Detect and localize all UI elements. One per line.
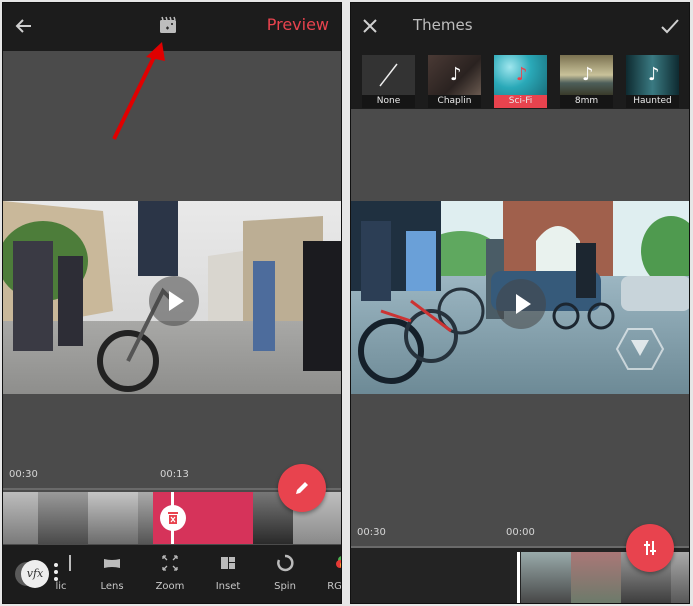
play-button[interactable] xyxy=(149,276,199,326)
tool-lens[interactable]: Lens xyxy=(87,551,137,597)
theme-sci-fi[interactable]: ♪ Sci-Fi xyxy=(494,55,547,108)
music-note-icon: ♪ xyxy=(648,64,660,85)
theme-chaplin[interactable]: ♪ Chaplin xyxy=(428,55,481,108)
play-button[interactable] xyxy=(496,279,546,329)
timeline-frame xyxy=(521,552,571,603)
theme-label: Haunted xyxy=(626,95,679,108)
trash-icon xyxy=(168,512,178,524)
timeline-current-time: 00:00 xyxy=(506,527,535,538)
arrow-left-icon[interactable] xyxy=(13,15,35,37)
editor-topbar: Preview xyxy=(3,3,341,51)
lens-icon xyxy=(104,559,120,568)
theme-label: Chaplin xyxy=(428,95,481,108)
tool-label: RGB xyxy=(327,581,342,592)
tool-zoom[interactable]: Zoom xyxy=(145,551,195,597)
music-note-icon: ♪ xyxy=(516,64,528,85)
tool-inset[interactable]: Inset xyxy=(203,551,253,597)
check-icon[interactable] xyxy=(659,15,681,37)
inset-icon xyxy=(221,557,235,569)
timeline-frame xyxy=(88,492,138,544)
none-slash-icon xyxy=(379,63,398,87)
timeline-frame xyxy=(671,552,689,603)
spin-icon xyxy=(277,554,294,572)
tool-partial[interactable]: lic xyxy=(41,551,81,597)
tool-label: Inset xyxy=(215,581,241,592)
effects-toolbar: vfx lic Lens Zoom Inset Spin RG xyxy=(3,545,341,603)
tool-label: Lens xyxy=(100,581,124,592)
theme-label: None xyxy=(362,95,415,108)
delete-effect-button[interactable] xyxy=(160,505,186,531)
preview-button[interactable]: Preview xyxy=(267,15,329,34)
music-note-icon: ♪ xyxy=(450,64,462,85)
theme-picker: None ♪ Chaplin ♪ Sci-Fi ♪ 8mm ♪ Haunted xyxy=(351,51,689,109)
theme-label: 8mm xyxy=(560,95,613,108)
edit-fab-button[interactable] xyxy=(278,464,326,512)
clapperboard-sparkle-icon[interactable] xyxy=(159,16,177,34)
themes-topbar: Themes xyxy=(351,3,689,51)
playhead[interactable] xyxy=(517,552,520,603)
timeline-frame xyxy=(38,492,88,544)
timeline-frame xyxy=(3,492,38,544)
zoom-expand-icon xyxy=(162,555,178,571)
rgb-icon xyxy=(336,556,341,568)
tool-label: Zoom xyxy=(155,581,185,592)
pencil-icon xyxy=(296,482,308,494)
video-preview[interactable] xyxy=(3,201,341,394)
timeline-frame xyxy=(138,492,153,544)
themes-screen: Themes None ♪ Chaplin ♪ Sci-Fi ♪ 8mm ♪ H… xyxy=(350,2,690,604)
timeline-start-time: 00:30 xyxy=(9,469,38,480)
tool-spin[interactable]: Spin xyxy=(260,551,310,597)
tool-rgb[interactable]: RGB xyxy=(313,551,342,597)
sci-fi-overlay-icon xyxy=(615,328,665,370)
editor-screen: Preview 00:30 00:13 vfx lic Lens Zoom In… xyxy=(2,2,342,604)
theme-8mm[interactable]: ♪ 8mm xyxy=(560,55,613,108)
partial-icon xyxy=(69,555,71,571)
music-note-icon: ♪ xyxy=(582,64,594,85)
video-preview[interactable] xyxy=(351,201,689,394)
theme-haunted[interactable]: ♪ Haunted xyxy=(626,55,679,108)
theme-thumbnail xyxy=(362,55,415,95)
theme-none[interactable]: None xyxy=(362,55,415,108)
adjust-fab-button[interactable] xyxy=(626,524,674,572)
timeline-start-time: 00:30 xyxy=(357,527,386,538)
tool-label: Spin xyxy=(274,581,296,592)
sliders-icon xyxy=(644,541,656,555)
timeline-current-time: 00:13 xyxy=(160,469,189,480)
timeline-frame xyxy=(571,552,621,603)
close-icon[interactable] xyxy=(359,15,381,37)
theme-label: Sci-Fi xyxy=(494,95,547,108)
tool-label: lic xyxy=(55,581,67,592)
screen-title: Themes xyxy=(413,16,473,34)
